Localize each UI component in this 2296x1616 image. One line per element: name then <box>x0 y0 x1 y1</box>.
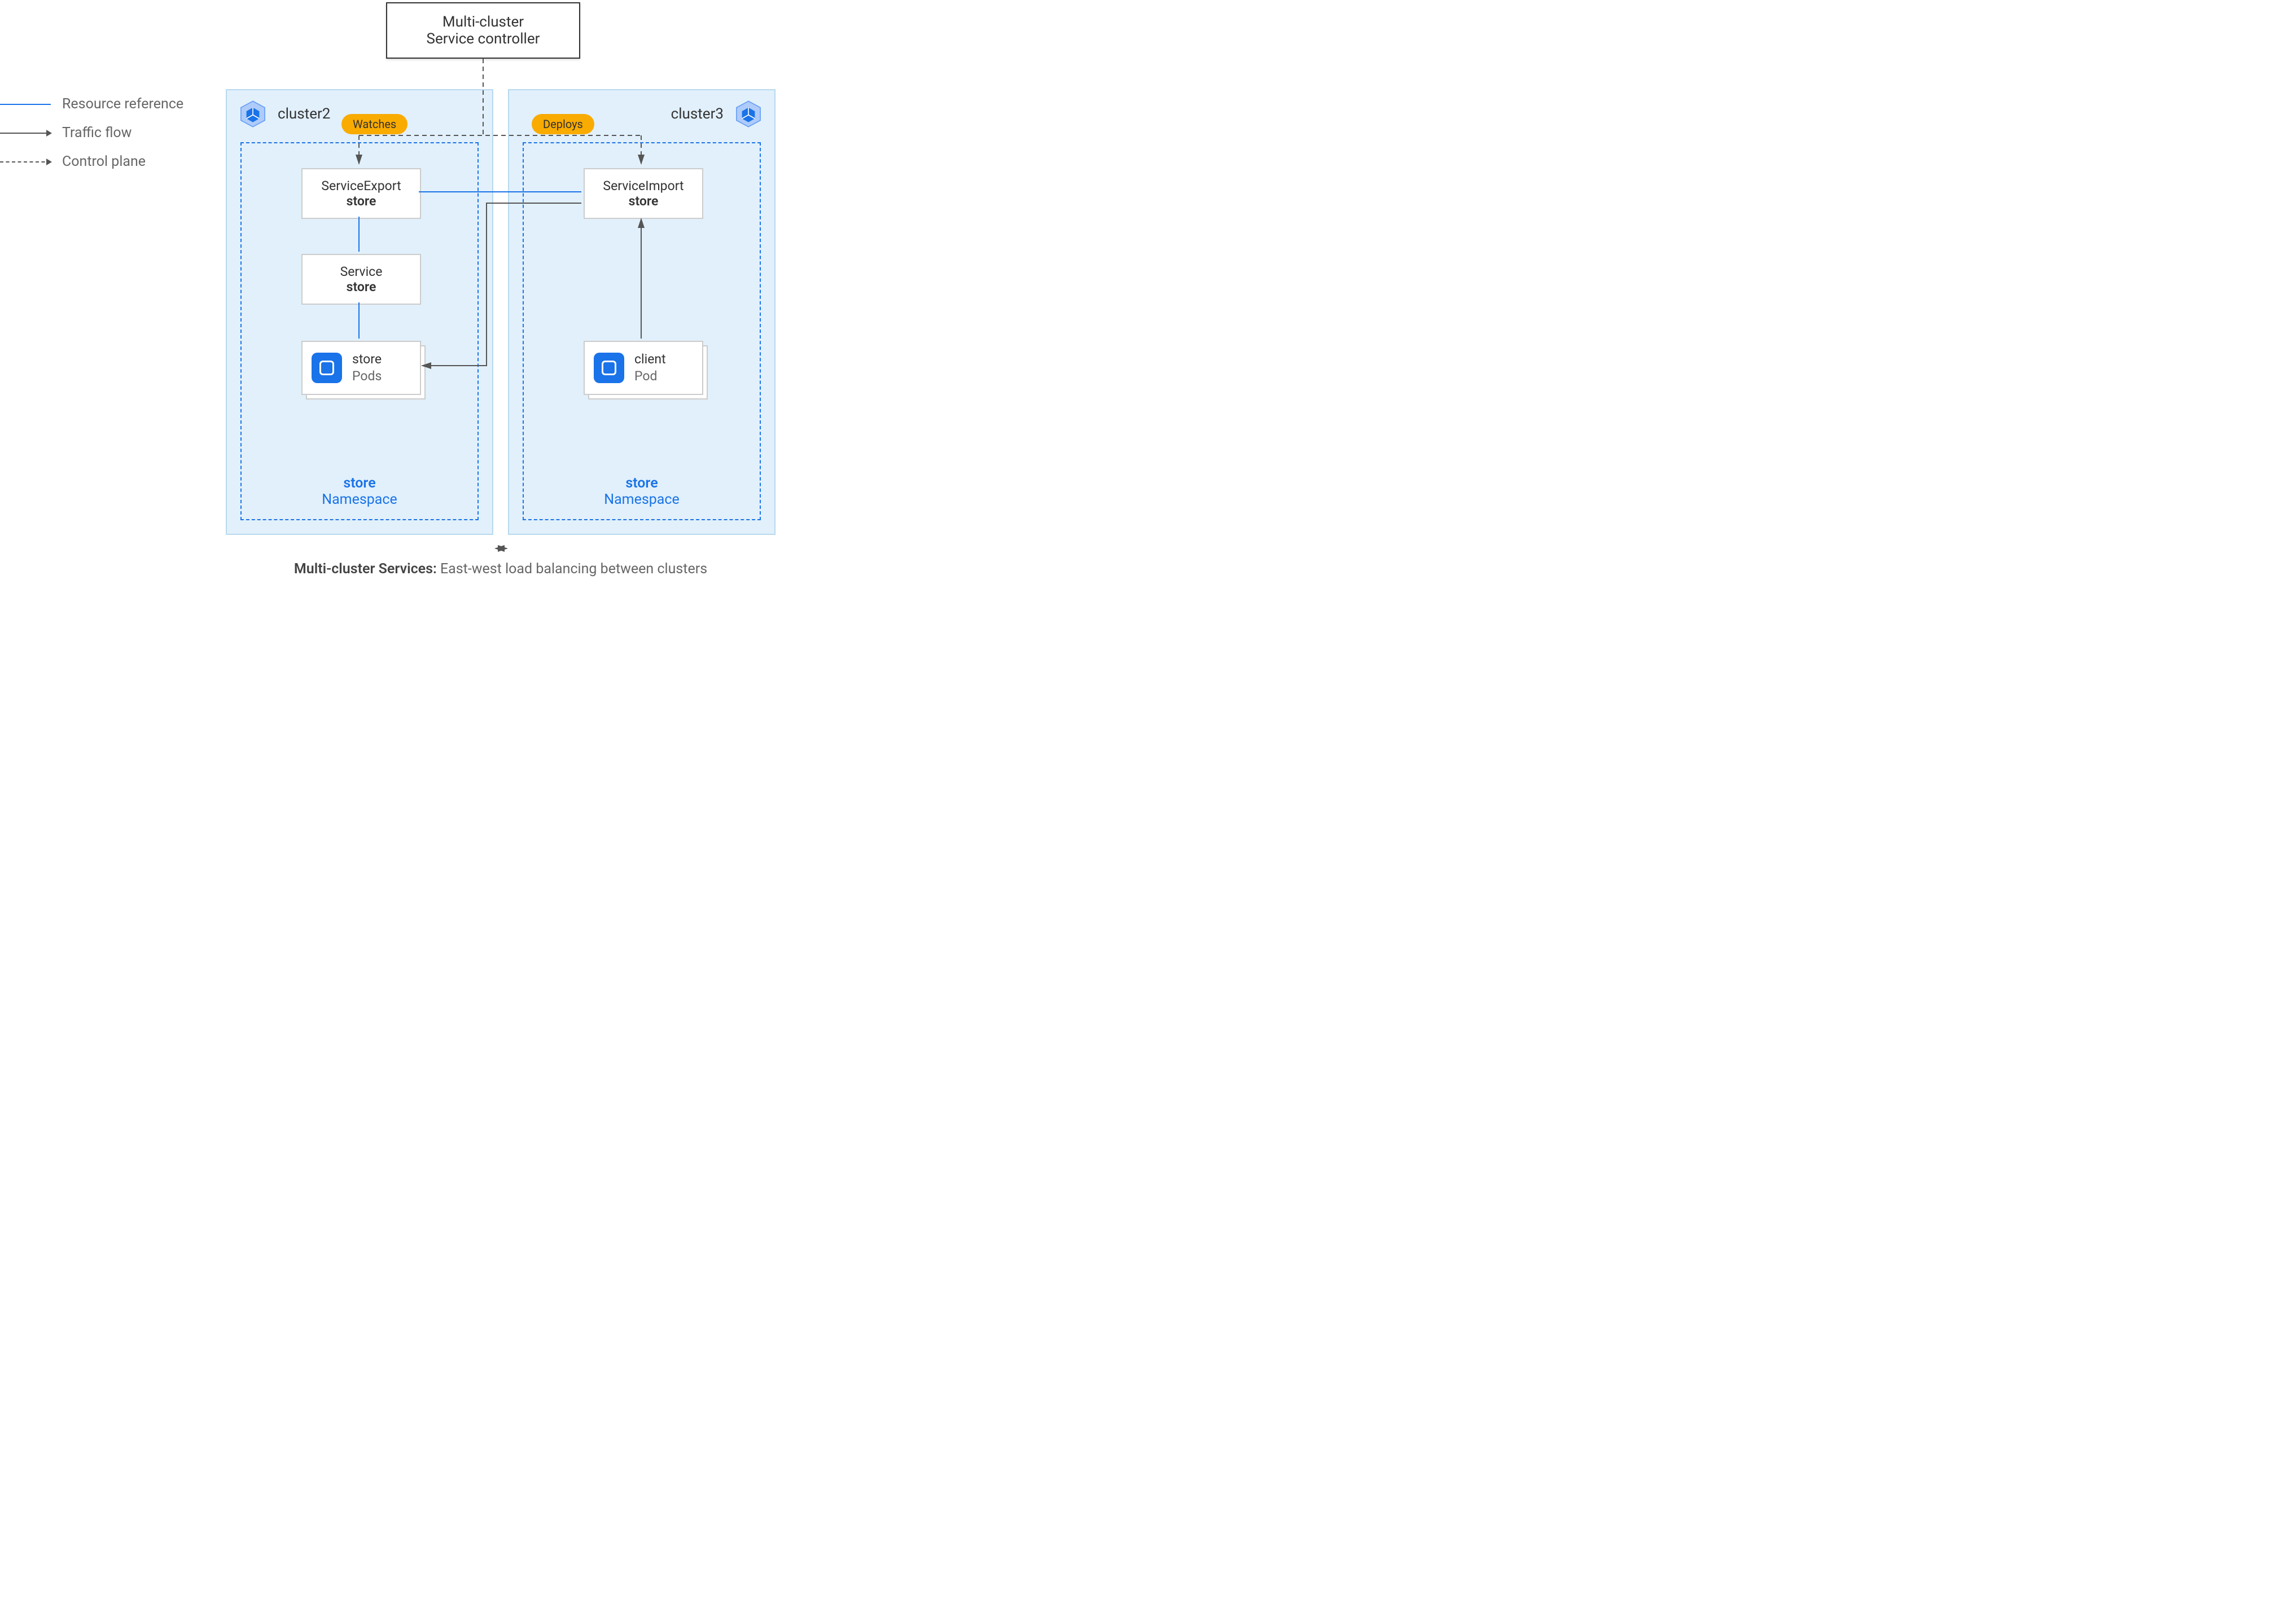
watches-badge: Watches <box>341 114 408 134</box>
controller-line1: Multi-cluster <box>442 14 524 30</box>
gke-icon <box>238 99 268 129</box>
legend-line-arrow <box>0 133 51 134</box>
pod-icon <box>594 353 624 383</box>
legend-resource-reference: Resource reference <box>0 96 183 112</box>
pod-icon-inner <box>602 361 616 375</box>
cluster2-namespace-label: store Namespace <box>242 475 477 508</box>
cluster3-name: cluster3 <box>671 106 724 122</box>
caption-bold: Multi-cluster Services: <box>294 561 437 577</box>
service-import-box: ServiceImport store <box>584 168 703 219</box>
gke-icon <box>734 99 763 129</box>
service-export-box: ServiceExport store <box>301 168 421 219</box>
client-pod-label: Pod <box>634 368 666 385</box>
cluster2-ns-name: store <box>343 475 375 491</box>
controller-line2: Service controller <box>427 30 540 47</box>
legend-label: Resource reference <box>62 96 183 112</box>
legend-label: Traffic flow <box>62 125 132 141</box>
deploys-badge: Deploys <box>532 114 594 134</box>
client-pod-name: client <box>634 351 666 368</box>
service-name: store <box>347 279 376 295</box>
store-pods-box: store Pods <box>301 341 421 395</box>
cluster3-namespace-label: store Namespace <box>524 475 760 508</box>
cluster2-name: cluster2 <box>278 106 330 122</box>
client-pod-box: client Pod <box>584 341 703 395</box>
service-type: Service <box>340 264 383 279</box>
legend-line-dashed <box>0 161 51 163</box>
pod-icon-inner <box>319 361 334 375</box>
cluster3-namespace-box: ServiceImport store client Pod store Nam… <box>523 142 761 520</box>
cluster2-ns-type: Namespace <box>322 491 397 508</box>
service-import-type: ServiceImport <box>603 178 683 194</box>
cluster2-namespace-box: ServiceExport store Service store store … <box>240 142 479 520</box>
service-import-name: store <box>629 194 659 209</box>
service-export-name: store <box>347 194 376 209</box>
legend-label: Control plane <box>62 153 146 170</box>
caption-rest: East-west load balancing between cluster… <box>437 561 707 577</box>
legend-control-plane: Control plane <box>0 153 183 170</box>
cluster3-ns-type: Namespace <box>604 491 680 508</box>
legend-line-blue <box>0 104 51 105</box>
store-pods-label: Pods <box>352 368 382 385</box>
service-export-type: ServiceExport <box>321 178 401 194</box>
pod-icon <box>312 353 342 383</box>
cluster3-box: cluster3 ServiceImport store client Pod … <box>508 89 775 535</box>
multi-cluster-controller-box: Multi-cluster Service controller <box>386 2 580 59</box>
store-pods-name: store <box>352 351 382 368</box>
diagram-caption: Multi-cluster Services: East-west load b… <box>226 561 775 577</box>
store-pods-text: store Pods <box>352 351 382 385</box>
cluster3-ns-name: store <box>625 475 658 491</box>
client-pod-text: client Pod <box>634 351 666 385</box>
legend-traffic-flow: Traffic flow <box>0 125 183 141</box>
legend: Resource reference Traffic flow Control … <box>0 96 183 170</box>
service-box: Service store <box>301 254 421 305</box>
cluster2-box: cluster2 ServiceExport store Service sto… <box>226 89 493 535</box>
